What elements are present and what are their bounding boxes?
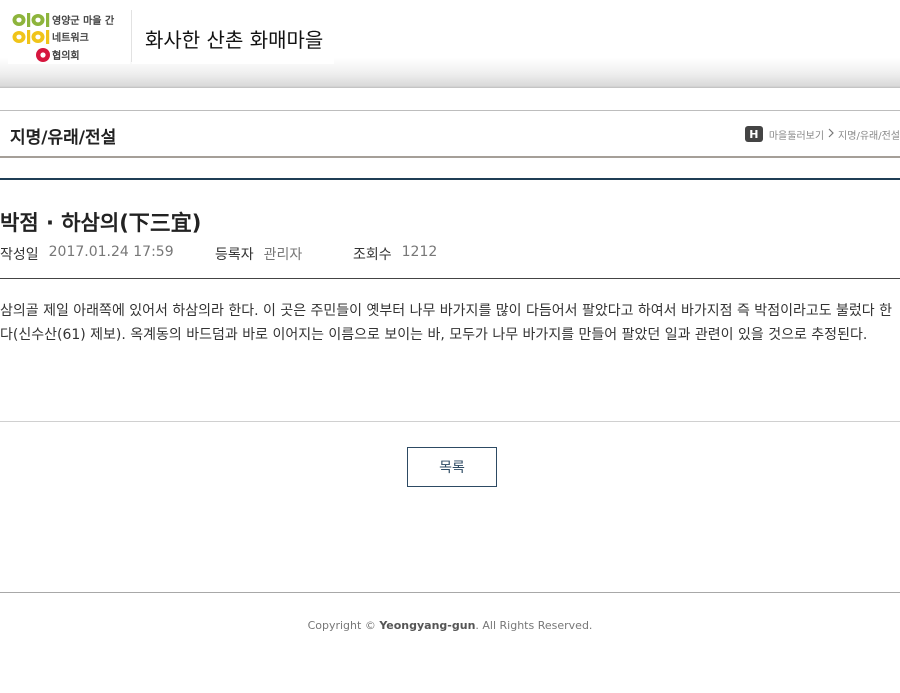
copyright: Copyright © Yeongyang-gun. All Rights Re… — [0, 619, 900, 632]
copyright-brand: Yeongyang-gun — [379, 619, 476, 632]
breadcrumb-item-village-tour[interactable]: 마을둘러보기 — [769, 127, 824, 142]
content-bottom-divider — [0, 421, 900, 422]
meta-views-value: 1212 — [401, 244, 438, 260]
page-title: 지명/유래/전설 — [10, 128, 117, 148]
site-title: 화사한 산촌 화매마을 — [145, 28, 324, 52]
breadcrumb: H 마을둘러보기 지명/유래/전설 — [744, 125, 900, 143]
site-title-box[interactable]: 화사한 산촌 화매마을 — [132, 8, 334, 64]
meta-views: 조회수 1212 — [353, 244, 437, 264]
breadcrumb-item-current[interactable]: 지명/유래/전설 — [838, 127, 900, 142]
logo-mark-icon — [12, 13, 50, 62]
meta-author-label: 등록자 — [215, 247, 254, 263]
chevron-right-icon — [828, 128, 834, 141]
article-title: 박점 · 하삼의(下三宜) — [0, 211, 202, 235]
meta-date-value: 2017.01.24 17:59 — [48, 244, 174, 260]
logo-text-line1: 영양군 마을 간 — [52, 16, 115, 27]
article-body: 삼의골 제일 아래쪽에 있어서 하삼의라 한다. 이 곳은 주민들이 옛부터 나… — [0, 303, 893, 343]
logo-text-line2: 네트워크 — [52, 33, 89, 44]
article-meta: 작성일 2017.01.24 17:59 등록자 관리자 조회수 1212 — [0, 244, 437, 264]
footer-divider — [0, 592, 900, 593]
meta-divider — [0, 278, 900, 279]
site-header: 영양군 마을 간 네트워크 협의회 화사한 산촌 화매마을 — [0, 0, 900, 88]
home-icon[interactable]: H — [744, 126, 763, 142]
meta-views-label: 조회수 — [353, 247, 392, 263]
page-title-bar: 지명/유래/전설 H 마을둘러보기 지명/유래/전설 — [0, 110, 900, 158]
logo-text-line3: 협의회 — [52, 51, 80, 62]
copyright-prefix: Copyright © — [307, 619, 380, 632]
content-top-divider — [0, 178, 900, 180]
copyright-suffix: . All Rights Reserved. — [475, 619, 593, 632]
network-logo[interactable]: 영양군 마을 간 네트워크 협의회 — [8, 8, 130, 64]
meta-date-label: 작성일 — [0, 247, 39, 263]
meta-author: 등록자 관리자 — [215, 244, 353, 264]
meta-date: 작성일 2017.01.24 17:59 — [0, 244, 215, 264]
list-button[interactable]: 목록 — [407, 447, 497, 487]
meta-author-value: 관리자 — [263, 247, 303, 263]
